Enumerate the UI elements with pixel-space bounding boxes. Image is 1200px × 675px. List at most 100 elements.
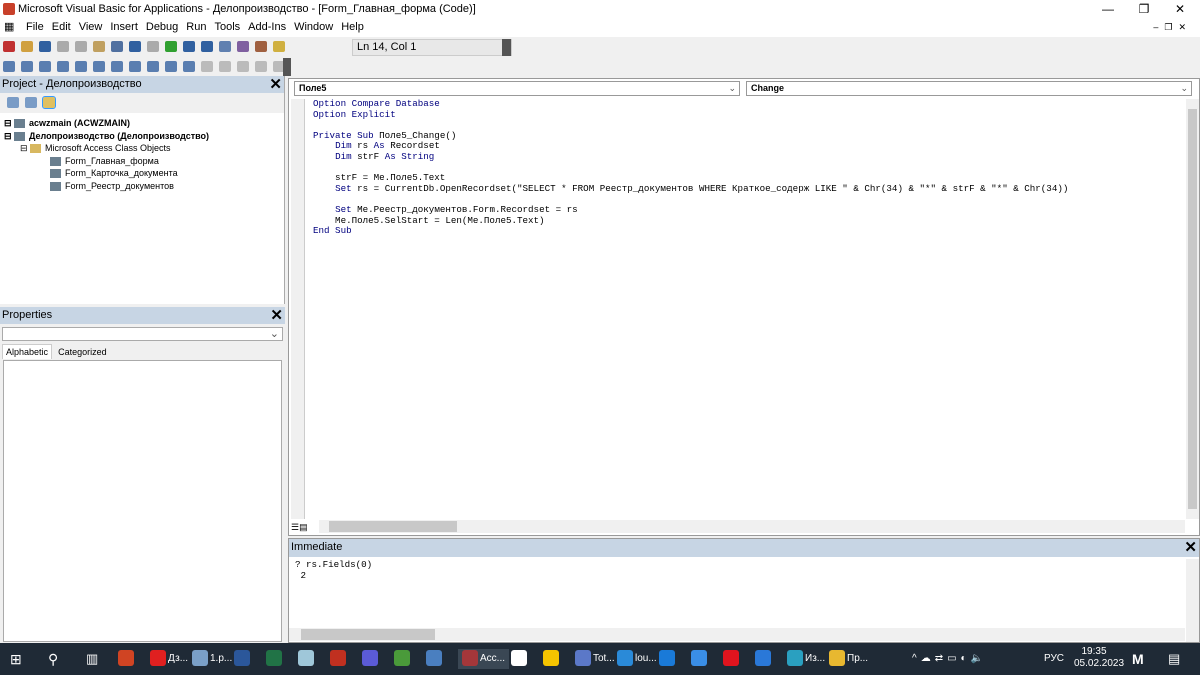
edit-toolbar-button-icon[interactable] <box>219 61 231 72</box>
toolbar-button-icon[interactable] <box>237 41 249 52</box>
expand-icon[interactable]: ⊟ <box>4 117 12 130</box>
view-toggle-icons[interactable]: ☰▤ <box>291 522 308 533</box>
edit-toolbar-button-icon[interactable] <box>237 61 249 72</box>
menu-tools[interactable]: Tools <box>210 18 244 37</box>
project-tree-item[interactable]: ⊟ Делопроизводство (Делопроизводство) <box>4 130 280 143</box>
edit-toolbar-button-icon[interactable] <box>111 61 123 72</box>
taskbar-app-calendar[interactable] <box>755 649 773 669</box>
menu-run[interactable]: Run <box>182 18 210 37</box>
taskbar-app-explorer[interactable]: Пр... <box>829 649 868 669</box>
toolbar-button-icon[interactable] <box>75 41 87 52</box>
menu-file[interactable]: File <box>22 18 48 37</box>
edit-toolbar-button-icon[interactable] <box>57 61 69 72</box>
search-icon[interactable]: ⚲ <box>48 649 58 669</box>
taskbar-app-mail[interactable] <box>659 649 677 669</box>
toolbar-overflow[interactable] <box>283 58 291 76</box>
taskbar-app-sticky[interactable] <box>543 649 561 669</box>
edit-toolbar-button-icon[interactable] <box>75 61 87 72</box>
code-horizontal-scrollbar[interactable] <box>319 520 1185 533</box>
taskbar-app-powerpoint[interactable] <box>118 649 136 669</box>
object-combo[interactable]: Поле5 ⌄ <box>294 81 740 96</box>
toolbar-button-icon[interactable] <box>273 41 285 52</box>
expand-icon[interactable]: ⊟ <box>4 130 12 143</box>
tab-categorized[interactable]: Categorized <box>55 345 110 359</box>
start-button[interactable]: ⊞ <box>10 649 22 669</box>
immediate-horizontal-scrollbar[interactable] <box>289 628 1185 641</box>
immediate-editor[interactable]: ? rs.Fields(0) 2 <box>289 557 1199 584</box>
toolbar-overflow[interactable] <box>502 39 511 56</box>
taskbar-app-media[interactable] <box>362 649 380 669</box>
menu-window[interactable]: Window <box>290 18 337 37</box>
language-indicator[interactable]: РУС <box>1044 649 1064 669</box>
margin-indicator-bar[interactable] <box>291 99 305 519</box>
menu-help[interactable]: Help <box>337 18 368 37</box>
object-select[interactable]: ⌄ <box>2 327 283 341</box>
taskbar-app-editor[interactable] <box>394 649 412 669</box>
menu-app-icon[interactable]: ▦ <box>0 18 22 37</box>
toolbar-button-icon[interactable] <box>21 41 33 52</box>
toolbar-button-icon[interactable] <box>219 41 231 52</box>
taskbar-app-access[interactable]: Acc... <box>458 649 510 669</box>
mdi-window-controls[interactable]: –❐✕ <box>1153 18 1192 37</box>
edit-toolbar-button-icon[interactable] <box>93 61 105 72</box>
menu-edit[interactable]: Edit <box>48 18 75 37</box>
taskbar-app-word[interactable] <box>234 649 252 669</box>
task-view-icon[interactable]: ▥ <box>86 649 98 669</box>
notifications-icon[interactable]: ▤ <box>1168 649 1180 669</box>
toolbar-button-icon[interactable] <box>39 41 51 52</box>
edit-toolbar-button-icon[interactable] <box>21 61 33 72</box>
toggle-folders-icon[interactable] <box>42 96 56 109</box>
taskbar-app-opera[interactable] <box>723 649 741 669</box>
view-code-icon[interactable] <box>7 97 19 108</box>
project-tree-item[interactable]: Form_Главная_форма <box>4 155 280 168</box>
toolbar-button-icon[interactable] <box>201 41 213 52</box>
close-icon[interactable]: ✕ <box>269 76 282 93</box>
edit-toolbar-button-icon[interactable] <box>165 61 177 72</box>
project-tree-item[interactable]: Form_Реестр_документов <box>4 180 280 193</box>
toolbar-button-icon[interactable] <box>147 41 159 52</box>
close-icon[interactable]: ✕ <box>1184 539 1197 556</box>
toolbar-button-icon[interactable] <box>3 41 15 52</box>
edit-toolbar-button-icon[interactable] <box>201 61 213 72</box>
taskbar-app-yandex[interactable]: Дз... <box>150 649 188 669</box>
edit-toolbar-button-icon[interactable] <box>129 61 141 72</box>
taskbar-app-notes[interactable] <box>298 649 316 669</box>
edit-toolbar-button-icon[interactable] <box>3 61 15 72</box>
app-m-icon[interactable]: M <box>1132 649 1144 669</box>
menu-add-ins[interactable]: Add-Ins <box>244 18 290 37</box>
edit-toolbar-button-icon[interactable] <box>147 61 159 72</box>
toolbar-button-icon[interactable] <box>93 41 105 52</box>
taskbar-app-pen[interactable] <box>511 649 529 669</box>
immediate-vertical-scrollbar[interactable] <box>1186 559 1199 642</box>
restore-button[interactable]: ❐ <box>1126 0 1162 18</box>
menu-view[interactable]: View <box>75 18 107 37</box>
procedure-combo[interactable]: Change ⌄ <box>746 81 1192 96</box>
code-vertical-scrollbar[interactable] <box>1186 99 1199 519</box>
expand-icon[interactable]: ⊟ <box>20 142 28 155</box>
menu-debug[interactable]: Debug <box>142 18 182 37</box>
close-button[interactable]: ✕ <box>1162 0 1198 18</box>
taskbar-app-edge[interactable]: Из... <box>787 649 825 669</box>
project-tree-item[interactable]: ⊟ acwzmain (ACWZMAIN) <box>4 117 280 130</box>
taskbar-app-vscode[interactable]: lou... <box>617 649 657 669</box>
taskbar-app-pdf[interactable] <box>426 649 444 669</box>
menu-insert[interactable]: Insert <box>106 18 142 37</box>
toolbar-button-icon[interactable] <box>111 41 123 52</box>
toolbar-button-icon[interactable] <box>183 41 195 52</box>
taskbar-app-paint[interactable]: 1.p... <box>192 649 232 669</box>
tab-alphabetic[interactable]: Alphabetic <box>2 344 53 359</box>
edit-toolbar-button-icon[interactable] <box>255 61 267 72</box>
clock[interactable]: 19:35 05.02.2023 <box>1074 646 1124 669</box>
taskbar-app-apps[interactable] <box>330 649 348 669</box>
view-object-icon[interactable] <box>25 97 37 108</box>
toolbar-button-icon[interactable] <box>255 41 267 52</box>
taskbar-app-totalcmd[interactable]: Tot... <box>575 649 615 669</box>
project-tree-item[interactable]: ⊟ Microsoft Access Class Objects <box>4 142 280 155</box>
close-icon[interactable]: ✕ <box>270 307 283 324</box>
toolbar-button-icon[interactable] <box>129 41 141 52</box>
minimize-button[interactable]: — <box>1090 0 1126 18</box>
edit-toolbar-button-icon[interactable] <box>183 61 195 72</box>
taskbar-app-todo[interactable] <box>691 649 709 669</box>
tray-icons[interactable]: ^☁⇄▭◐🔈 <box>912 649 987 669</box>
project-tree-item[interactable]: Form_Карточка_документа <box>4 167 280 180</box>
